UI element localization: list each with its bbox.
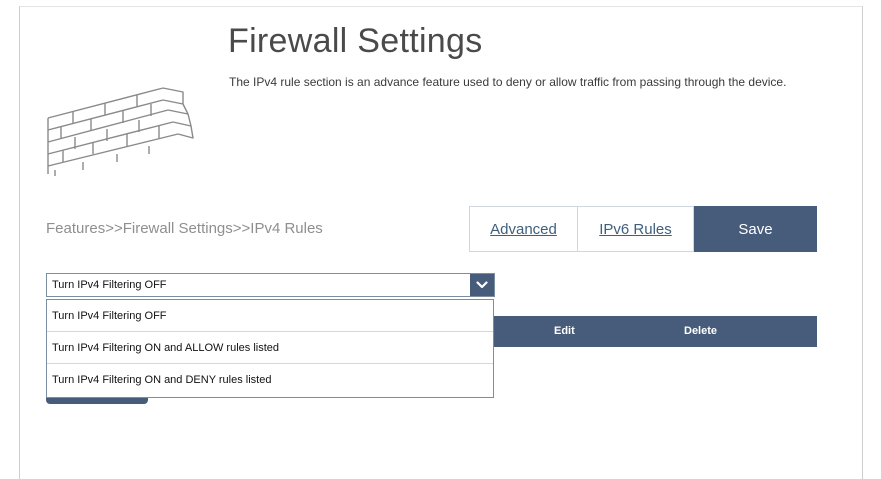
dropdown-option-allow-rules[interactable]: Turn IPv4 Filtering ON and ALLOW rules l… bbox=[47, 332, 493, 364]
ipv4-filtering-dropdown: Turn IPv4 Filtering OFF Turn IPv4 Filter… bbox=[46, 299, 494, 398]
ipv6-rules-button[interactable]: IPv6 Rules bbox=[578, 206, 694, 252]
page-description: The IPv4 rule section is an advance feat… bbox=[229, 75, 787, 89]
breadcrumb: Features>>Firewall Settings>>IPv4 Rules bbox=[46, 220, 323, 237]
save-button[interactable]: Save bbox=[694, 206, 817, 252]
dropdown-option-filtering-off[interactable]: Turn IPv4 Filtering OFF bbox=[47, 300, 493, 332]
brick-wall-icon bbox=[47, 87, 194, 176]
advanced-button[interactable]: Advanced bbox=[469, 206, 578, 252]
chevron-down-icon[interactable] bbox=[470, 274, 494, 296]
page-title: Firewall Settings bbox=[228, 22, 483, 60]
rules-table-header: Edit Delete bbox=[494, 316, 817, 347]
ipv4-filtering-selected-value: Turn IPv4 Filtering OFF bbox=[52, 279, 167, 291]
ipv4-filtering-select[interactable]: Turn IPv4 Filtering OFF bbox=[46, 273, 495, 297]
column-header-edit: Edit bbox=[554, 325, 575, 337]
dropdown-option-deny-rules[interactable]: Turn IPv4 Filtering ON and DENY rules li… bbox=[47, 364, 493, 396]
column-header-delete: Delete bbox=[684, 325, 718, 337]
